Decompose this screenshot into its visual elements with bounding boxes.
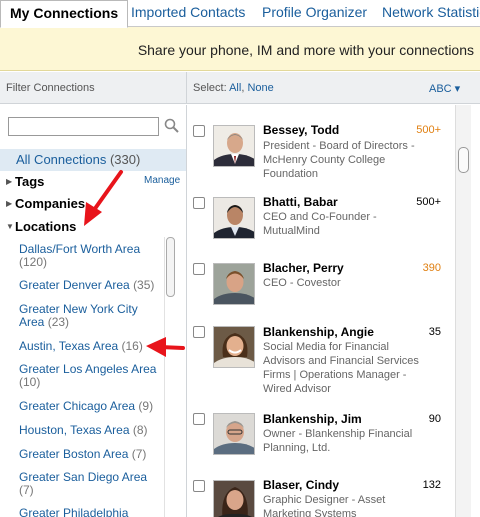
- annotation-arrows: [84, 170, 185, 357]
- tab-my-connections[interactable]: My Connections: [0, 0, 129, 28]
- arrow-to-austin-icon: [146, 337, 185, 357]
- arrow-to-locations-icon: [84, 170, 123, 226]
